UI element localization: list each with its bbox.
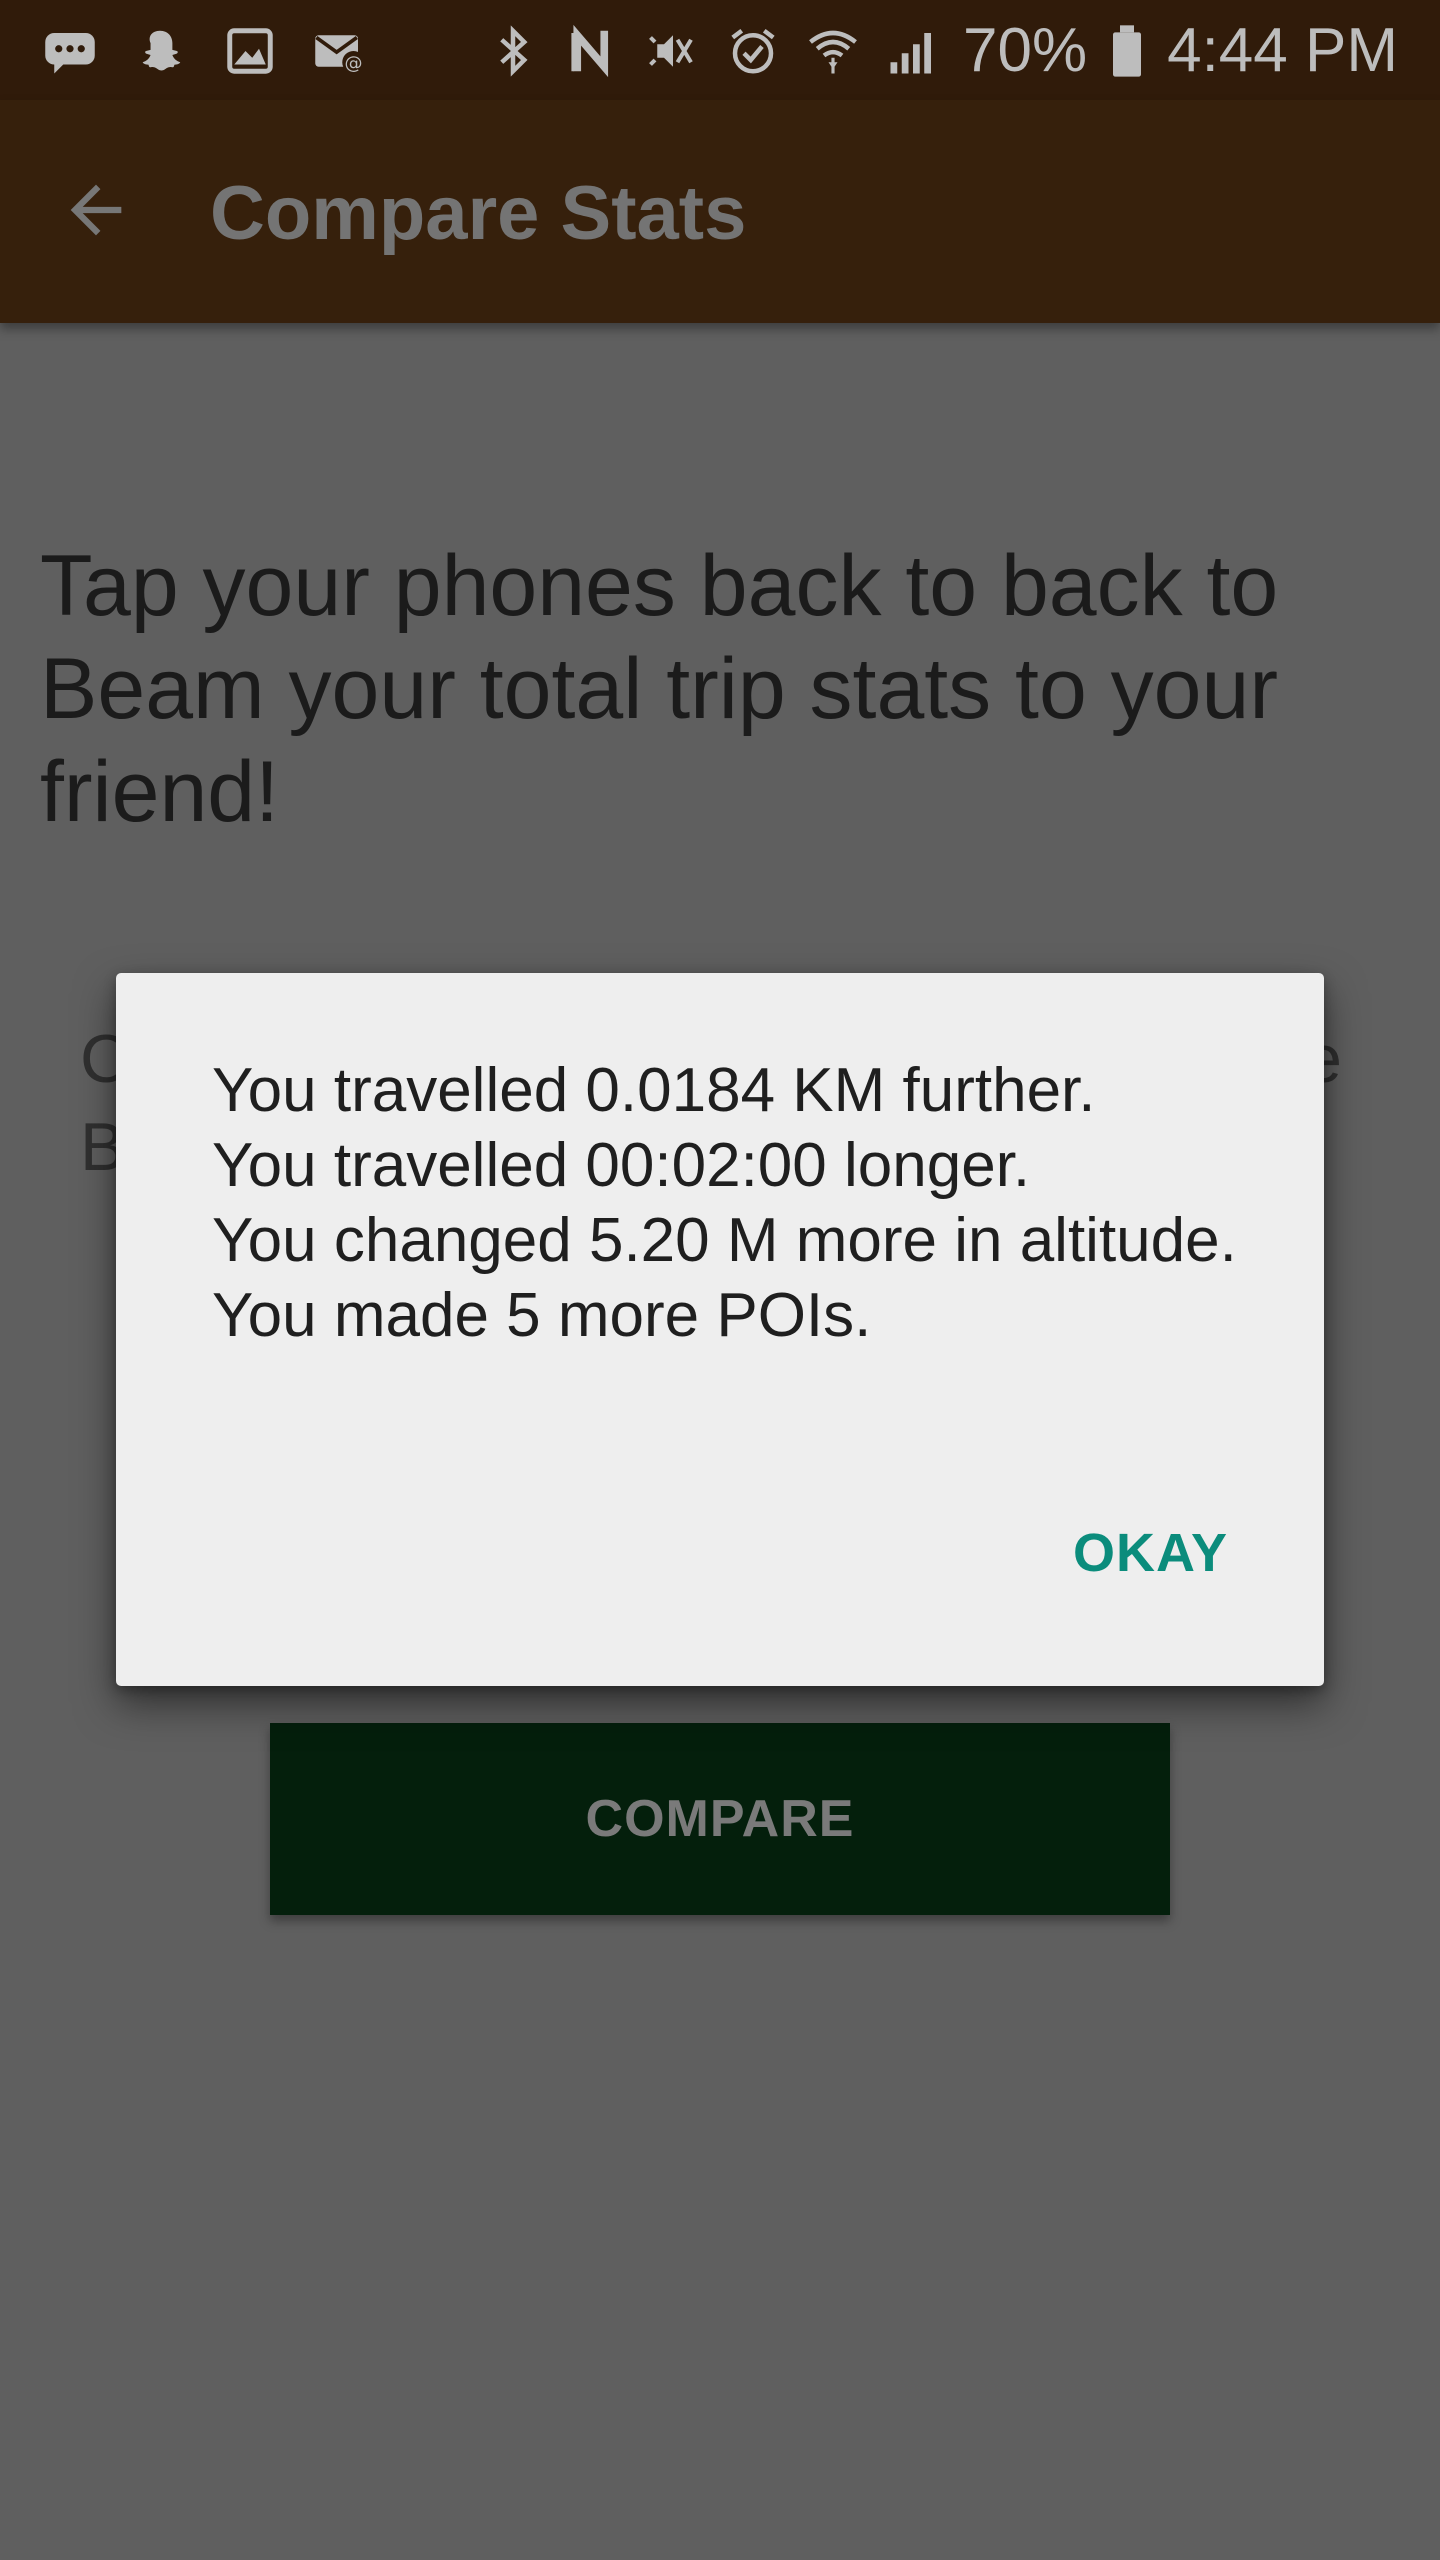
- compare-button[interactable]: COMPARE: [270, 1723, 1170, 1915]
- okay-button[interactable]: OKAY: [1067, 1503, 1234, 1603]
- snapchat-icon: [130, 21, 190, 81]
- signal-icon: [883, 21, 943, 81]
- battery-icon: [1107, 21, 1147, 81]
- dialog-line-duration: You travelled 00:02:00 longer.: [212, 1131, 1031, 1200]
- dialog-line-pois: You made 5 more POIs.: [212, 1281, 872, 1350]
- svg-text:@: @: [345, 53, 363, 74]
- back-button[interactable]: [48, 162, 144, 258]
- stats-dialog: You travelled 0.0184 KM further. You tra…: [116, 973, 1324, 1686]
- page-title: Compare Stats: [210, 171, 747, 256]
- alarm-icon: [723, 21, 783, 81]
- gallery-icon: [220, 21, 280, 81]
- dialog-line-altitude: You changed 5.20 M more in altitude.: [212, 1206, 1237, 1275]
- clock: 4:44 PM: [1167, 16, 1398, 85]
- bluetooth-icon: [483, 21, 543, 81]
- dialog-line-distance: You travelled 0.0184 KM further.: [212, 1056, 1096, 1125]
- messages-icon: [40, 21, 100, 81]
- dialog-message: You travelled 0.0184 KM further. You tra…: [212, 1053, 1252, 1353]
- arrow-back-icon: [70, 184, 122, 236]
- notification-icons: @: [40, 18, 370, 84]
- status-bar: @ 70% 4:44 PM: [0, 0, 1440, 100]
- email-icon: @: [310, 21, 370, 81]
- system-icons: 70% 4:44 PM: [483, 18, 1398, 84]
- wifi-icon: [803, 21, 863, 81]
- nfc-icon: [563, 21, 623, 81]
- mute-icon: [643, 21, 703, 81]
- beam-instructions: Tap your phones back to back to Beam you…: [40, 538, 1279, 840]
- battery-percent: 70%: [963, 16, 1088, 85]
